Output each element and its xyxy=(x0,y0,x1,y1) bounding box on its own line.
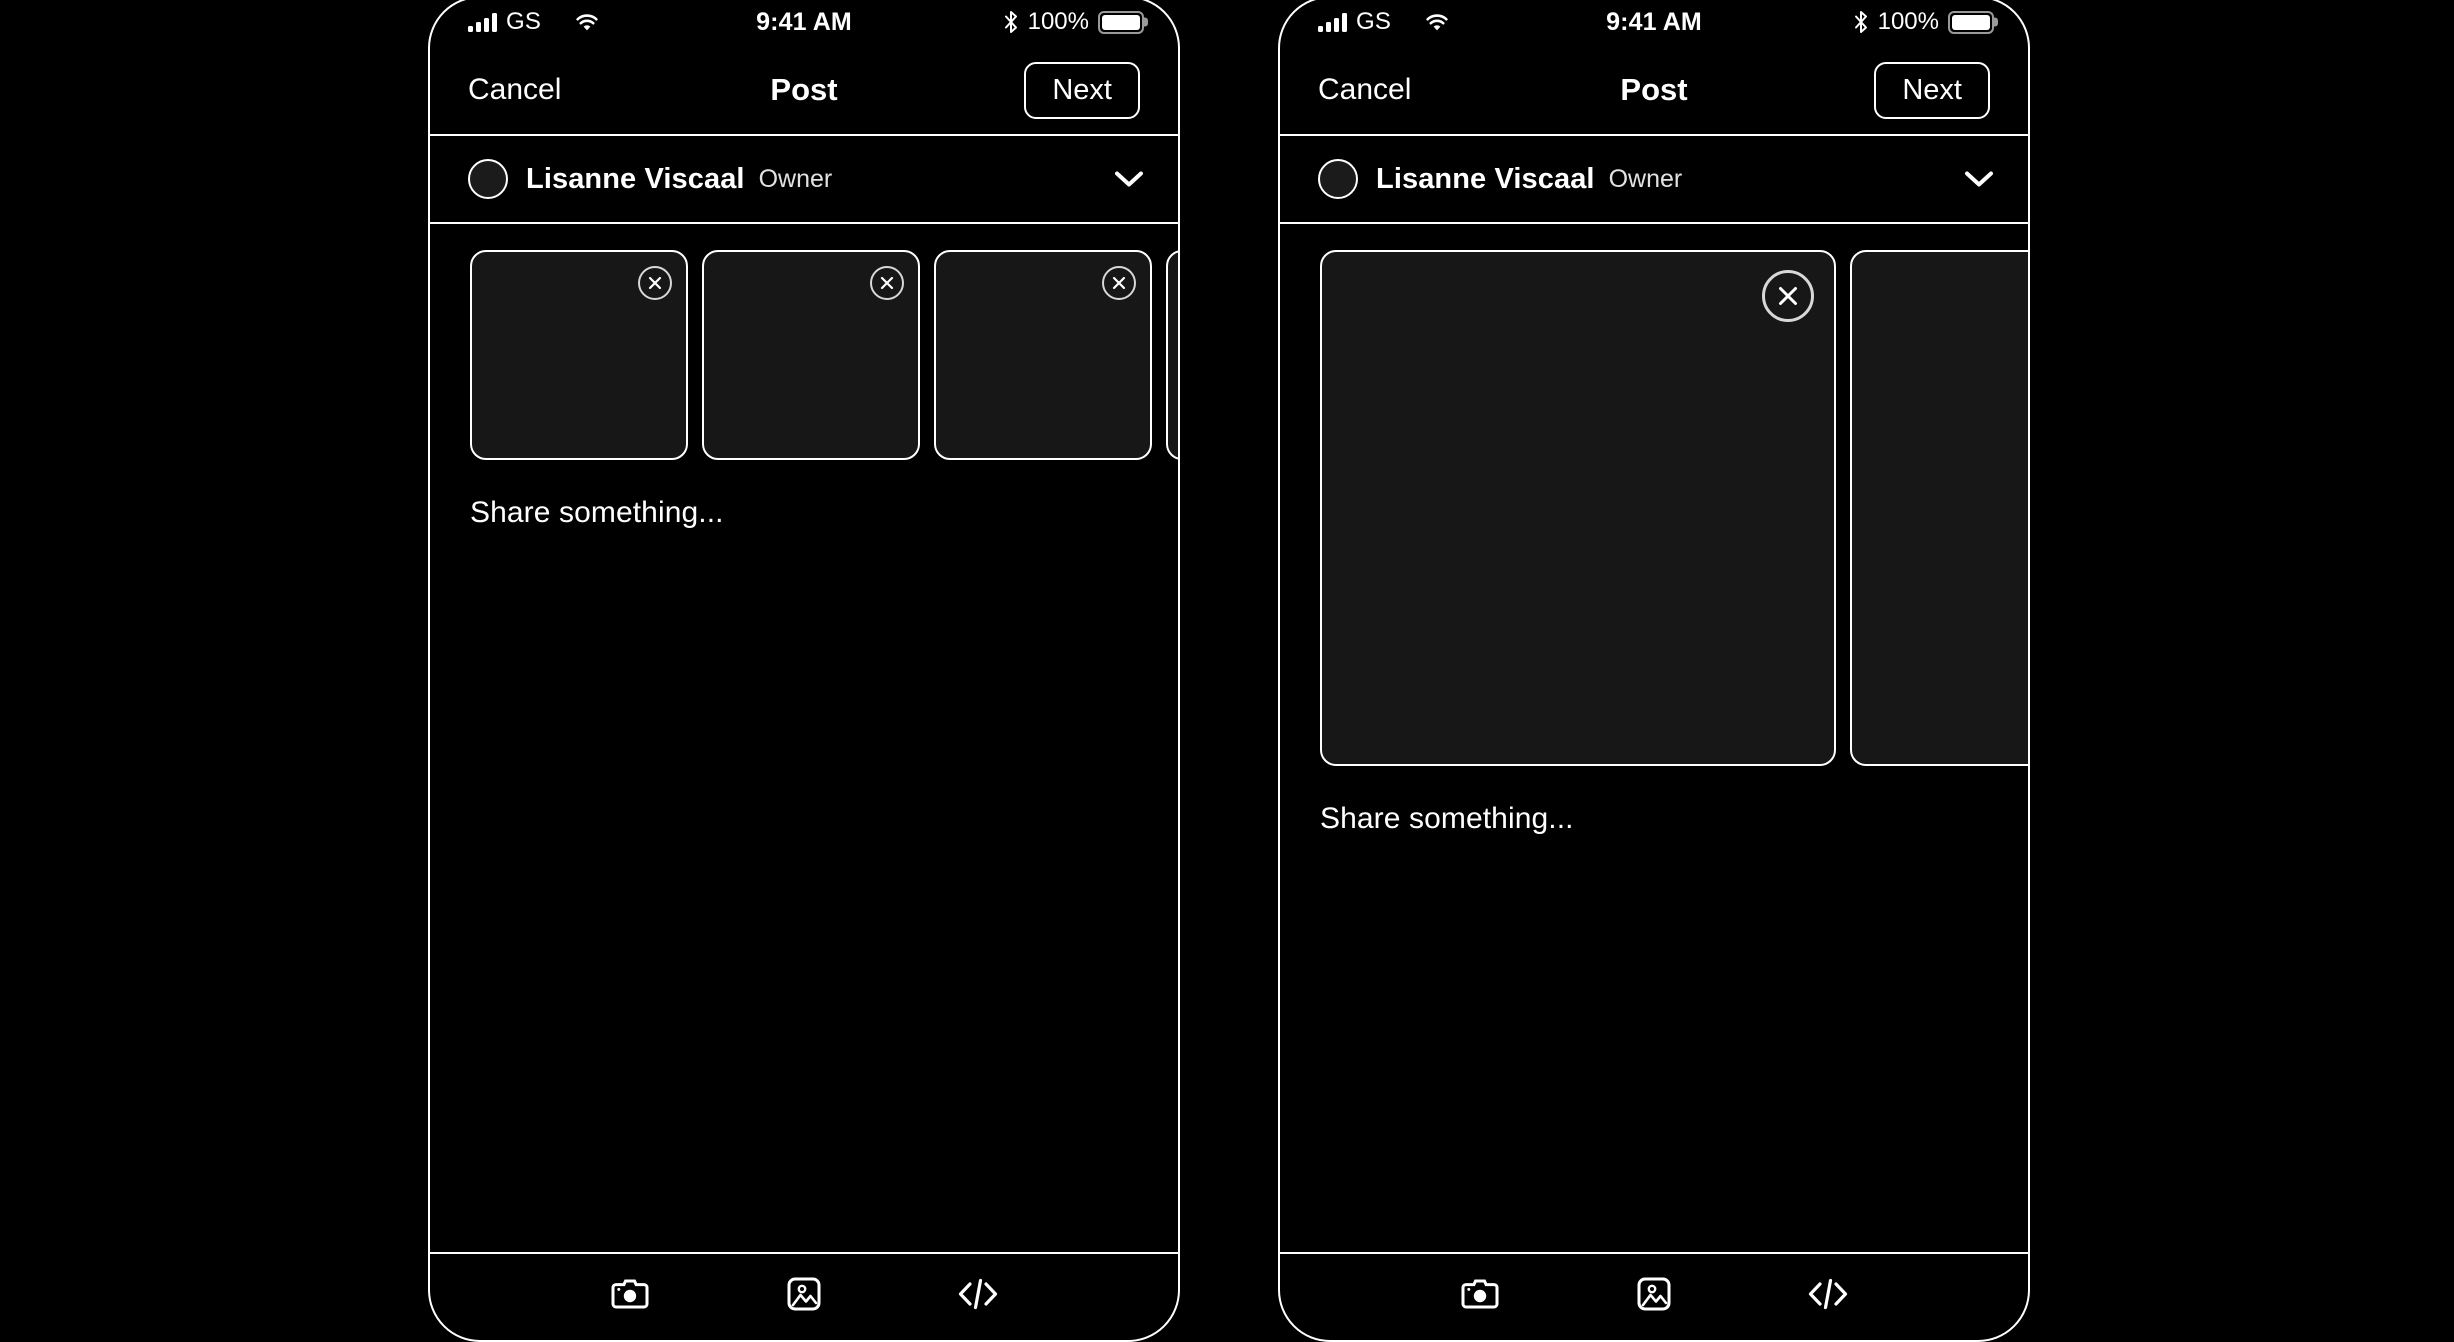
wifi-icon xyxy=(576,14,598,31)
avatar xyxy=(468,159,508,199)
battery-full-icon xyxy=(1098,10,1144,34)
carrier-label: GS xyxy=(506,8,542,35)
author-row[interactable]: Lisanne Viscaal Owner xyxy=(430,136,1178,224)
close-circle-icon[interactable] xyxy=(1102,266,1136,300)
status-bar-left: GS xyxy=(468,8,698,36)
composer-placeholder: Share something... xyxy=(1320,802,1574,835)
cancel-button[interactable]: Cancel xyxy=(1318,73,1411,107)
mockup-stage: GS 9:41 AM 100% Cancel Post Next Lisanne… xyxy=(0,0,2454,1342)
bottom-toolbar xyxy=(1280,1252,2028,1340)
avatar xyxy=(1318,159,1358,199)
status-bar-left: GS xyxy=(1318,8,1548,36)
close-circle-icon[interactable] xyxy=(1762,270,1814,322)
author-role: Owner xyxy=(1608,164,1683,193)
bottom-toolbar xyxy=(430,1252,1178,1340)
code-icon[interactable] xyxy=(1801,1270,1855,1318)
author-name: Lisanne Viscaal xyxy=(1376,162,1595,195)
battery-full-icon xyxy=(1948,10,1994,34)
media-thumbnail[interactable] xyxy=(470,250,688,460)
composer-area[interactable]: Share something... xyxy=(430,460,1178,1252)
chevron-down-icon[interactable] xyxy=(1964,170,1994,188)
phone-mockup-large-thumbnail: GS 9:41 AM 100% Cancel Post Next Lisanne… xyxy=(1278,0,2030,1342)
media-thumbnail[interactable] xyxy=(1320,250,1836,766)
image-icon[interactable] xyxy=(1627,1270,1681,1318)
status-bar-right: 100% xyxy=(1003,8,1144,36)
cancel-button[interactable]: Cancel xyxy=(468,73,561,107)
signal-bars-icon xyxy=(468,12,497,32)
phone-mockup-multi-thumbnail: GS 9:41 AM 100% Cancel Post Next Lisanne… xyxy=(428,0,1180,1342)
close-circle-icon[interactable] xyxy=(870,266,904,300)
battery-percent-label: 100% xyxy=(1027,8,1089,35)
author-role: Owner xyxy=(758,164,833,193)
carrier-label: GS xyxy=(1356,8,1392,35)
media-thumbnail-strip[interactable] xyxy=(1280,224,2028,766)
bluetooth-icon xyxy=(1004,11,1017,33)
nav-bar: Cancel Post Next xyxy=(430,46,1178,136)
close-circle-icon[interactable] xyxy=(638,266,672,300)
status-bar-right: 100% xyxy=(1853,8,1994,36)
nav-bar: Cancel Post Next xyxy=(1280,46,2028,136)
image-icon[interactable] xyxy=(777,1270,831,1318)
status-bar: GS 9:41 AM 100% xyxy=(1280,0,2028,46)
wifi-icon xyxy=(1426,14,1448,31)
code-icon[interactable] xyxy=(951,1270,1005,1318)
media-thumbnail[interactable] xyxy=(702,250,920,460)
author-row[interactable]: Lisanne Viscaal Owner xyxy=(1280,136,2028,224)
battery-percent-label: 100% xyxy=(1877,8,1939,35)
media-thumbnail[interactable] xyxy=(1166,250,1178,460)
camera-icon[interactable] xyxy=(603,1270,657,1318)
bluetooth-icon xyxy=(1854,11,1867,33)
signal-bars-icon xyxy=(1318,12,1347,32)
composer-placeholder: Share something... xyxy=(470,496,724,529)
media-thumbnail[interactable] xyxy=(1850,250,2028,766)
media-thumbnail[interactable] xyxy=(934,250,1152,460)
next-button[interactable]: Next xyxy=(1874,61,1990,119)
next-button[interactable]: Next xyxy=(1024,61,1140,119)
composer-area[interactable]: Share something... xyxy=(1280,766,2028,1252)
media-thumbnail-strip[interactable] xyxy=(430,224,1178,460)
camera-icon[interactable] xyxy=(1453,1270,1507,1318)
chevron-down-icon[interactable] xyxy=(1114,170,1144,188)
status-bar: GS 9:41 AM 100% xyxy=(430,0,1178,46)
author-name: Lisanne Viscaal xyxy=(526,162,745,195)
